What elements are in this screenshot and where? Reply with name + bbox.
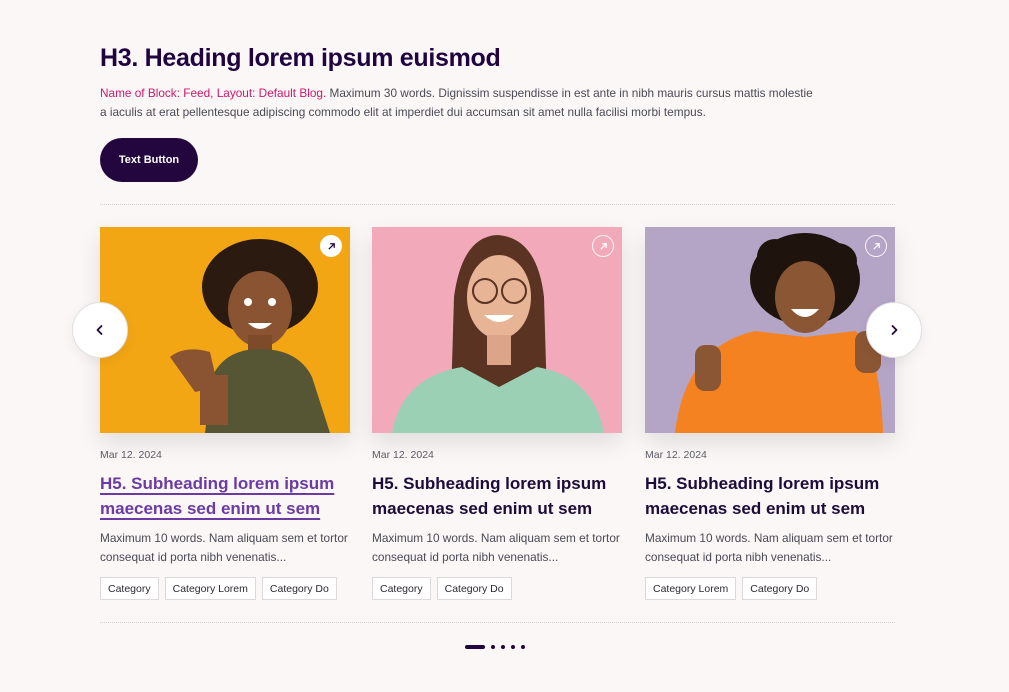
divider [100, 204, 895, 205]
chevron-left-icon [96, 325, 103, 335]
card-title-link[interactable]: H5. Subheading lorem ipsum maecenas sed … [645, 471, 895, 521]
card-date: Mar 12. 2024 [100, 449, 162, 461]
card-excerpt: Maximum 10 words. Nam aliquam sem et tor… [645, 531, 893, 564]
woman-glasses-image [372, 227, 622, 433]
blog-card-2[interactable]: Mar 12. 2024 H5. Subheading lorem ipsum … [372, 227, 622, 600]
woman-celebrating-image [645, 227, 895, 433]
card-image[interactable] [100, 227, 350, 433]
category-tag[interactable]: Category Lorem [645, 577, 737, 600]
page-title: H3. Heading lorem ipsum euismod [100, 44, 501, 72]
card-title-link[interactable]: H5. Subheading lorem ipsum maecenas sed … [372, 471, 622, 521]
pagination-dot[interactable] [511, 645, 515, 649]
category-tag[interactable]: Category Do [436, 577, 512, 600]
intro-highlight: Name of Block: Feed, Layout: Default Blo… [100, 86, 327, 100]
card-image[interactable] [372, 227, 622, 433]
text-button[interactable]: Text Button [100, 138, 198, 182]
category-tag[interactable]: Category Lorem [164, 577, 256, 600]
blog-card-3[interactable]: Mar 12. 2024 H5. Subheading lorem ipsum … [645, 227, 895, 600]
arrow-up-right-icon[interactable] [865, 235, 887, 257]
card-tags: Category Category Lorem Category Do [100, 577, 337, 600]
category-tag[interactable]: Category [372, 577, 431, 600]
intro-paragraph: Name of Block: Feed, Layout: Default Blo… [100, 84, 820, 122]
pagination-dot[interactable] [501, 645, 505, 649]
card-date: Mar 12. 2024 [645, 449, 707, 461]
carousel-prev-button[interactable] [72, 302, 128, 358]
pagination-dot[interactable] [521, 645, 525, 649]
card-excerpt: Maximum 10 words. Nam aliquam sem et tor… [100, 531, 348, 564]
pagination-dot-active[interactable] [465, 645, 485, 649]
carousel-pagination [465, 645, 525, 649]
woman-pointing-image [100, 227, 350, 433]
card-date: Mar 12. 2024 [372, 449, 434, 461]
carousel-next-button[interactable] [866, 302, 922, 358]
card-image[interactable] [645, 227, 895, 433]
divider [100, 622, 895, 623]
card-tags: Category Category Do [372, 577, 512, 600]
arrow-up-right-icon[interactable] [592, 235, 614, 257]
card-tags: Category Lorem Category Do [645, 577, 818, 600]
category-tag[interactable]: Category Do [261, 577, 337, 600]
card-title-link[interactable]: H5. Subheading lorem ipsum maecenas sed … [100, 471, 350, 521]
blog-card-1[interactable]: Mar 12. 2024 H5. Subheading lorem ipsum … [100, 227, 350, 600]
chevron-right-icon [891, 325, 898, 335]
arrow-up-right-icon[interactable] [320, 235, 342, 257]
category-tag[interactable]: Category [100, 577, 159, 600]
pagination-dot[interactable] [491, 645, 495, 649]
category-tag[interactable]: Category Do [742, 577, 818, 600]
card-excerpt: Maximum 10 words. Nam aliquam sem et tor… [372, 531, 620, 564]
